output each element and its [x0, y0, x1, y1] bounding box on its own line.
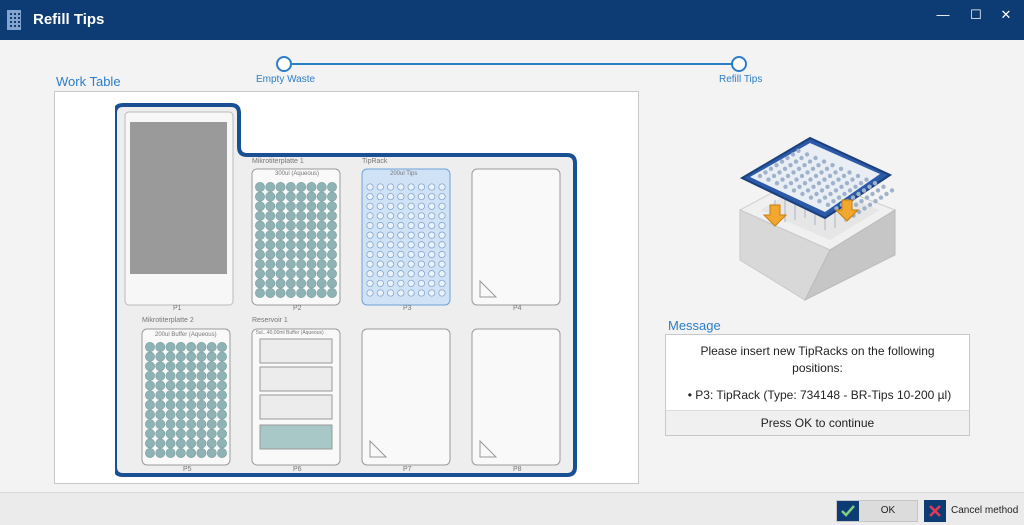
- checkmark-icon: [837, 501, 859, 521]
- pos-title-p2: Mikrotiterplatte 1: [252, 158, 304, 165]
- pos-label-p2: P2: [293, 305, 302, 312]
- deck-slot-p2[interactable]: [251, 168, 341, 306]
- deck-slot-p6[interactable]: [251, 328, 341, 466]
- cancel-icon: [924, 500, 946, 522]
- deck-slot-p7[interactable]: [361, 328, 451, 466]
- message-box: Please insert new TipRacks on the follow…: [665, 334, 970, 436]
- title-bar: Refill Tips — ☐ ✕: [0, 0, 1024, 40]
- deck-slot-p5[interactable]: [141, 328, 231, 466]
- content-label-p2: 300ul (Aqueous): [275, 171, 320, 177]
- content-label-p5: 200ul Buffer (Aqueous): [155, 332, 217, 338]
- message-label: Message: [668, 318, 721, 333]
- step-progress: Empty Waste Refill Tips: [256, 55, 766, 91]
- minimize-button[interactable]: —: [932, 6, 954, 24]
- deck-slot-p3[interactable]: [361, 168, 451, 306]
- bottom-bar: OK Cancel method: [0, 492, 1024, 525]
- maximize-button[interactable]: ☐: [965, 6, 987, 24]
- step-dot-empty-waste: [276, 56, 292, 72]
- pos-label-p8: P8: [513, 466, 522, 473]
- message-footer: Press OK to continue: [666, 410, 969, 435]
- deck-layout: [115, 103, 577, 477]
- message-text: Please insert new TipRacks on the follow…: [700, 344, 935, 375]
- cancel-method-button[interactable]: Cancel method: [924, 500, 1021, 522]
- pos-label-p5: P5: [183, 466, 192, 473]
- work-table-label: Work Table: [56, 74, 121, 89]
- ok-button-label: OK: [880, 505, 896, 516]
- pos-label-p4: P4: [513, 305, 522, 312]
- pos-label-p3: P3: [403, 305, 412, 312]
- deck-slot-p4[interactable]: [471, 168, 561, 306]
- step-line: [284, 63, 739, 65]
- pos-title-p3: TipRack: [362, 158, 388, 165]
- content-label-p6: 5ul...40,00ml Buffer (Aqueous): [256, 330, 324, 336]
- step-label-empty-waste: Empty Waste: [256, 74, 316, 85]
- step-dot-refill-tips: [731, 56, 747, 72]
- pos-label-p6: P6: [293, 466, 302, 473]
- pos-title-p5: Mikrotiterplatte 2: [142, 317, 194, 324]
- pos-label-p1: P1: [173, 305, 182, 312]
- plate-grid-icon: [7, 10, 21, 30]
- window-title: Refill Tips: [33, 11, 105, 28]
- waste-container: [130, 122, 227, 274]
- content-label-p3: 200ul Tips: [390, 171, 418, 177]
- message-item: • P3: TipRack (Type: 734148 - BR-Tips 10…: [687, 388, 952, 402]
- pos-label-p7: P7: [403, 466, 412, 473]
- step-label-refill-tips: Refill Tips: [719, 74, 763, 85]
- work-table-panel: P1 Mikrotiterplatte 1 P2 TipRack P3 P4 M…: [54, 91, 639, 484]
- cancel-button-label: Cancel method: [951, 505, 1019, 516]
- close-button[interactable]: ✕: [995, 6, 1017, 24]
- ok-button[interactable]: OK: [836, 500, 918, 522]
- deck-slot-p8[interactable]: [471, 328, 561, 466]
- pos-title-p6: Reservoir 1: [252, 317, 288, 324]
- tiprack-insert-illustration: [738, 136, 897, 302]
